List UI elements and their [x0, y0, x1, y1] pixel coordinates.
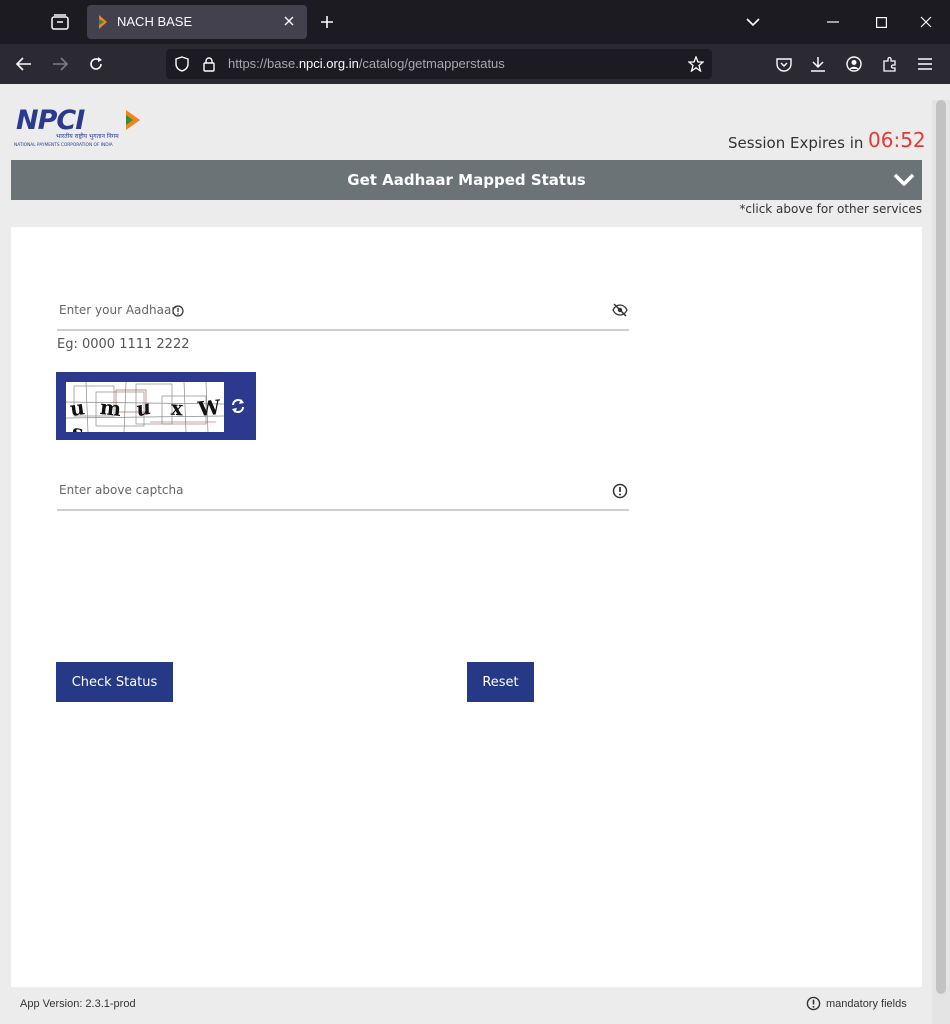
downloads-icon[interactable] — [804, 50, 832, 78]
aadhaar-example-hint: Eg: 0000 1111 2222 — [57, 337, 190, 352]
address-bar[interactable]: https://base.npci.org.in/catalog/getmapp… — [166, 49, 712, 79]
npci-favicon-icon — [99, 15, 107, 29]
captcha-input[interactable] — [57, 471, 597, 509]
extensions-puzzle-icon[interactable] — [876, 50, 904, 78]
shield-tracking-icon[interactable] — [173, 55, 191, 73]
new-tab-plus-icon[interactable] — [316, 10, 338, 34]
hamburger-menu-icon[interactable] — [911, 50, 939, 78]
captcha-characters: u m u x W s — [68, 394, 222, 432]
tab-close-icon[interactable] — [281, 13, 297, 29]
alert-circle-icon — [806, 996, 821, 1011]
chevron-down-icon[interactable] — [892, 168, 916, 192]
back-arrow-icon[interactable] — [10, 50, 38, 78]
app-version-text: App Version: 2.3.1-prod — [20, 998, 136, 1010]
browser-tab-bar: NACH BASE — [0, 0, 950, 44]
reset-button[interactable]: Reset — [467, 662, 534, 702]
service-hint-text: *click above for other services — [739, 202, 922, 216]
account-icon[interactable] — [840, 50, 868, 78]
aadhaar-field — [57, 291, 629, 331]
svg-text:भारतीय राष्ट्रीय भुगतान निगम: भारतीय राष्ट्रीय भुगतान निगम — [56, 132, 119, 140]
minimize-window-icon[interactable] — [818, 8, 848, 36]
npci-logo: NPCI भारतीय राष्ट्रीय भुगतान निगम NATION… — [14, 105, 144, 148]
info-icon[interactable] — [171, 304, 185, 318]
mandatory-fields-legend: mandatory fields — [806, 996, 907, 1011]
session-expiry-label: Session Expires in — [728, 134, 864, 152]
list-all-tabs-chevron-icon[interactable] — [742, 12, 764, 32]
browser-tab-active[interactable]: NACH BASE — [87, 5, 307, 39]
page-scrollbar[interactable] — [932, 100, 950, 1024]
form-card: Eg: 0000 1111 2222 u m u x W s Enter abo… — [11, 227, 922, 987]
alert-circle-icon — [611, 482, 629, 500]
scrollbar-thumb[interactable] — [936, 100, 946, 994]
svg-text:NPCI: NPCI — [16, 106, 85, 136]
eye-slash-icon[interactable] — [611, 301, 629, 319]
check-status-button[interactable]: Check Status — [56, 662, 173, 702]
pocket-icon[interactable] — [770, 50, 798, 78]
mandatory-fields-label: mandatory fields — [826, 997, 907, 1010]
url-text[interactable]: https://base.npci.org.in/catalog/getmapp… — [228, 56, 505, 71]
browser-nav-bar: https://base.npci.org.in/catalog/getmapp… — [0, 44, 950, 84]
refresh-captcha-icon[interactable] — [228, 396, 248, 416]
reload-icon[interactable] — [82, 50, 110, 78]
service-title: Get Aadhaar Mapped Status — [347, 171, 586, 189]
tab-title: NACH BASE — [117, 14, 193, 29]
svg-text:NATIONAL PAYMENTS CORPORATION: NATIONAL PAYMENTS CORPORATION OF INDIA — [14, 142, 113, 148]
captcha-panel: u m u x W s — [56, 372, 256, 440]
firefox-view-icon[interactable] — [46, 8, 74, 36]
captcha-image: u m u x W s — [66, 382, 224, 432]
session-countdown-timer: 06:52 — [868, 128, 926, 152]
padlock-icon[interactable] — [200, 55, 218, 73]
bookmark-star-icon[interactable] — [687, 55, 705, 73]
service-selector-dropdown[interactable]: Get Aadhaar Mapped Status — [11, 160, 922, 200]
captcha-field — [57, 471, 629, 511]
forward-arrow-icon[interactable] — [46, 50, 74, 78]
maximize-window-icon[interactable] — [866, 8, 896, 36]
page-viewport: NPCI भारतीय राष्ट्रीय भुगतान निगम NATION… — [0, 84, 950, 1024]
aadhaar-input[interactable] — [57, 291, 597, 329]
close-window-icon[interactable] — [911, 8, 941, 36]
